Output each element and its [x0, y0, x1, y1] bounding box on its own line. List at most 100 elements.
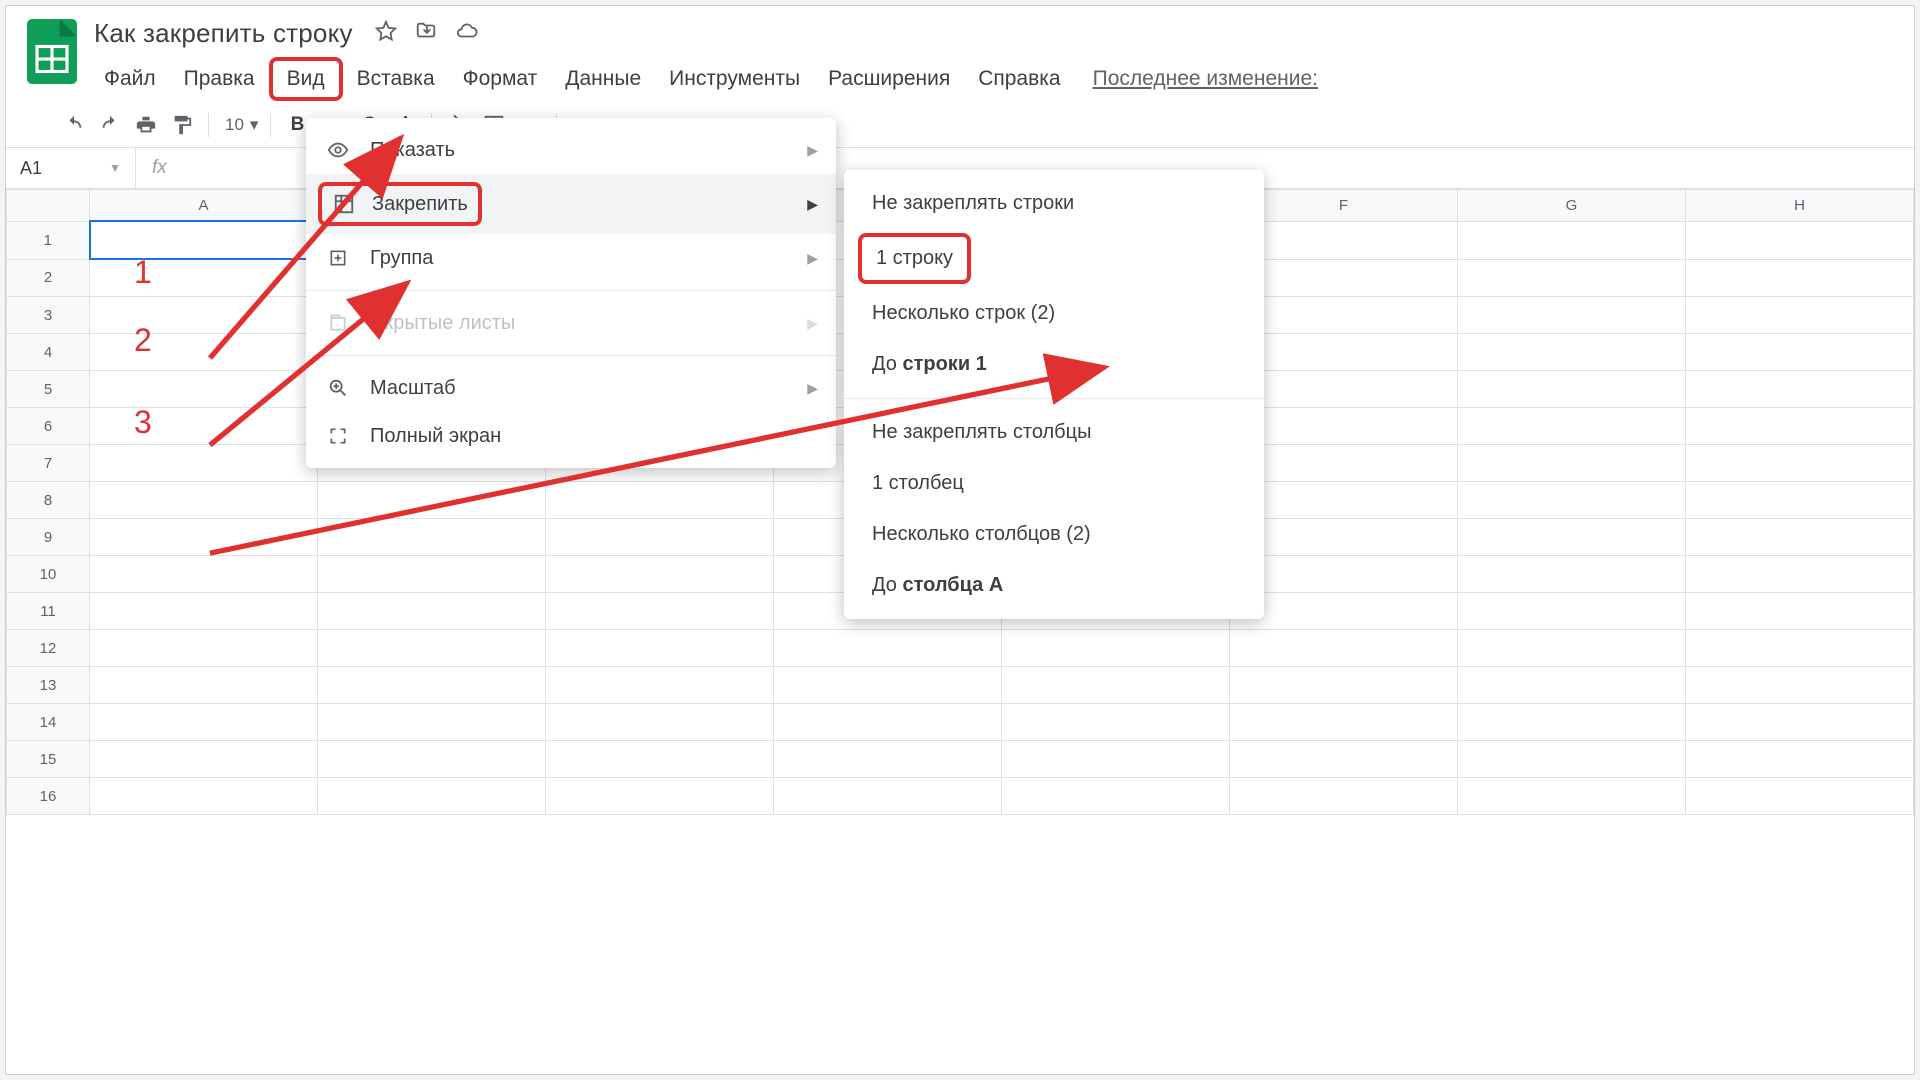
cell[interactable]: [90, 259, 318, 297]
column-header[interactable]: H: [1686, 190, 1914, 222]
menu-show[interactable]: Показать ▶: [306, 126, 836, 174]
cell[interactable]: [774, 630, 1002, 667]
cell[interactable]: [1458, 519, 1686, 556]
last-edit-link[interactable]: Последнее изменение:: [1093, 67, 1318, 91]
menu-group[interactable]: Группа ▶: [306, 234, 836, 282]
cell[interactable]: [1458, 630, 1686, 667]
cell[interactable]: [1686, 408, 1914, 445]
cell[interactable]: [1458, 741, 1686, 778]
freeze-1-row[interactable]: 1 строку: [844, 229, 1264, 288]
cell[interactable]: [90, 297, 318, 334]
cell[interactable]: [546, 741, 774, 778]
cell[interactable]: [90, 445, 318, 482]
cell[interactable]: [318, 593, 546, 630]
menu-file[interactable]: Файл: [90, 61, 170, 97]
cell[interactable]: [546, 667, 774, 704]
menu-insert[interactable]: Вставка: [343, 61, 449, 97]
cell[interactable]: [318, 630, 546, 667]
column-header[interactable]: G: [1458, 190, 1686, 222]
row-header[interactable]: 11: [7, 593, 90, 630]
menu-format[interactable]: Формат: [449, 61, 552, 97]
row-header[interactable]: 10: [7, 556, 90, 593]
cell[interactable]: [318, 556, 546, 593]
format-painter-button[interactable]: [168, 111, 196, 139]
cell[interactable]: [1686, 778, 1914, 815]
cell[interactable]: [1230, 778, 1458, 815]
cell[interactable]: [90, 221, 318, 259]
move-icon[interactable]: [415, 20, 437, 47]
cell[interactable]: [1686, 630, 1914, 667]
print-button[interactable]: [132, 111, 160, 139]
row-header[interactable]: 1: [7, 221, 90, 259]
row-header[interactable]: 4: [7, 334, 90, 371]
cell[interactable]: [1686, 371, 1914, 408]
cell[interactable]: [1458, 259, 1686, 297]
name-box[interactable]: A1 ▼: [6, 148, 136, 188]
cell[interactable]: [318, 482, 546, 519]
cell[interactable]: [90, 408, 318, 445]
row-header[interactable]: 16: [7, 778, 90, 815]
cell[interactable]: [1686, 482, 1914, 519]
cell[interactable]: [1458, 297, 1686, 334]
cell[interactable]: [90, 556, 318, 593]
cell[interactable]: [774, 741, 1002, 778]
cell[interactable]: [90, 704, 318, 741]
freeze-upto-row[interactable]: До строки 1: [844, 339, 1264, 390]
cell[interactable]: [1002, 630, 1230, 667]
cell[interactable]: [1458, 704, 1686, 741]
menu-data[interactable]: Данные: [551, 61, 655, 97]
cell[interactable]: [90, 778, 318, 815]
row-header[interactable]: 13: [7, 667, 90, 704]
cell[interactable]: [90, 593, 318, 630]
cell[interactable]: [546, 556, 774, 593]
freeze-upto-col[interactable]: До столбца A: [844, 560, 1264, 611]
cell[interactable]: [90, 519, 318, 556]
cell[interactable]: [1458, 371, 1686, 408]
cell[interactable]: [1686, 221, 1914, 259]
cell[interactable]: [1458, 408, 1686, 445]
row-header[interactable]: 5: [7, 371, 90, 408]
menu-freeze[interactable]: Закрепить ▶: [306, 174, 836, 234]
cell[interactable]: [774, 778, 1002, 815]
cell[interactable]: [90, 630, 318, 667]
font-size-selector[interactable]: 10 ▾: [225, 115, 258, 135]
redo-button[interactable]: [96, 111, 124, 139]
cell[interactable]: [1686, 704, 1914, 741]
cell[interactable]: [318, 741, 546, 778]
row-header[interactable]: 7: [7, 445, 90, 482]
menu-edit[interactable]: Правка: [170, 61, 269, 97]
row-header[interactable]: 9: [7, 519, 90, 556]
cell[interactable]: [1686, 259, 1914, 297]
cell[interactable]: [90, 741, 318, 778]
freeze-no-rows[interactable]: Не закреплять строки: [844, 178, 1264, 229]
cell[interactable]: [546, 778, 774, 815]
cell[interactable]: [1458, 482, 1686, 519]
cell[interactable]: [546, 482, 774, 519]
cloud-icon[interactable]: [455, 20, 479, 47]
cell[interactable]: [1686, 667, 1914, 704]
menu-fullscreen[interactable]: Полный экран: [306, 412, 836, 460]
menu-help[interactable]: Справка: [964, 61, 1074, 97]
row-header[interactable]: 2: [7, 259, 90, 297]
cell[interactable]: [1458, 778, 1686, 815]
freeze-n-rows[interactable]: Несколько строк (2): [844, 288, 1264, 339]
freeze-no-cols[interactable]: Не закреплять столбцы: [844, 407, 1264, 458]
menu-tools[interactable]: Инструменты: [655, 61, 814, 97]
cell[interactable]: [1458, 667, 1686, 704]
undo-button[interactable]: [60, 111, 88, 139]
cell[interactable]: [774, 704, 1002, 741]
column-header[interactable]: A: [90, 190, 318, 222]
cell[interactable]: [318, 519, 546, 556]
cell[interactable]: [546, 704, 774, 741]
document-title[interactable]: Как закрепить строку: [90, 16, 357, 51]
cell[interactable]: [1230, 704, 1458, 741]
cell[interactable]: [1686, 519, 1914, 556]
cell[interactable]: [546, 593, 774, 630]
cell[interactable]: [1686, 556, 1914, 593]
cell[interactable]: [546, 519, 774, 556]
row-header[interactable]: 15: [7, 741, 90, 778]
cell[interactable]: [90, 667, 318, 704]
cell[interactable]: [546, 630, 774, 667]
cell[interactable]: [1686, 593, 1914, 630]
cell[interactable]: [774, 667, 1002, 704]
